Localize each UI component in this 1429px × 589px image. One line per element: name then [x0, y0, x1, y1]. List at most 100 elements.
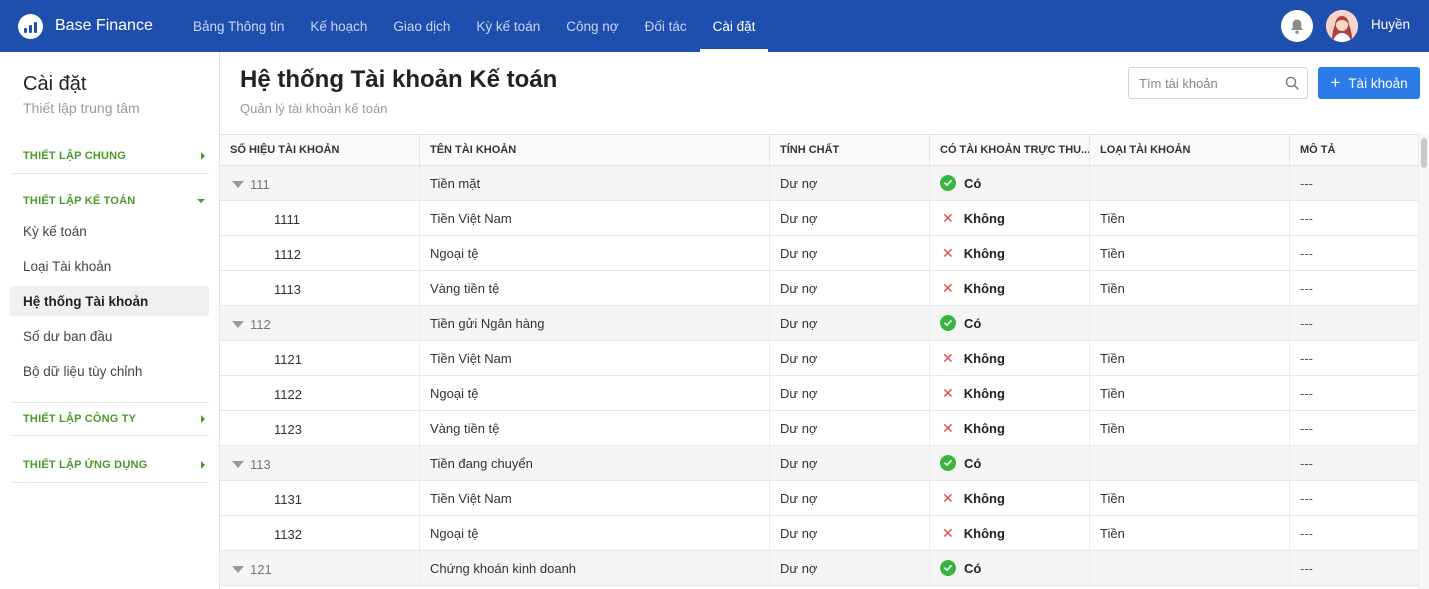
sidebar-group-general[interactable]: THIẾT LẬP CHUNG	[12, 138, 209, 174]
has-sub-no: ✕ Không	[940, 245, 1005, 262]
column-header[interactable]: CÓ TÀI KHOẢN TRỰC THU...	[930, 135, 1090, 165]
column-header[interactable]: TÊN TÀI KHOẢN	[420, 135, 770, 165]
account-description: ---	[1300, 490, 1313, 506]
table-row[interactable]: 1121 Tiền Việt Nam Dư nợ ✕ Không Tiền ---	[220, 341, 1418, 376]
expand-triangle-icon[interactable]	[232, 460, 244, 468]
has-sub-account-cell: Có	[930, 446, 1090, 480]
account-code: 113	[230, 455, 271, 472]
table-row[interactable]: 1111 Tiền Việt Nam Dư nợ ✕ Không Tiền ---	[220, 201, 1418, 236]
account-code: 111	[230, 175, 270, 192]
sidebar-group-label: THIẾT LẬP ỨNG DỤNG	[23, 458, 148, 471]
cross-icon: ✕	[942, 244, 954, 261]
table-row[interactable]: 1123 Vàng tiền tệ Dư nợ ✕ Không Tiền ---	[220, 411, 1418, 446]
has-sub-account-cell: Có	[930, 306, 1090, 340]
table-row[interactable]: 1113 Vàng tiền tệ Dư nợ ✕ Không Tiền ---	[220, 271, 1418, 306]
table-row[interactable]: 112 Tiền gửi Ngân hàng Dư nợ Có ---	[220, 306, 1418, 341]
table-row[interactable]: 121 Chứng khoán kinh doanh Dư nợ Có ---	[220, 551, 1418, 586]
has-sub-account-cell: ✕ Không	[930, 236, 1090, 270]
account-code: 1112	[274, 247, 301, 262]
column-header[interactable]: MÔ TẢ	[1290, 135, 1418, 165]
sidebar-item-opening-balance[interactable]: Số dư ban đầu	[10, 321, 209, 351]
account-nature: Dư nợ	[770, 411, 930, 445]
account-code-cell: 113	[220, 446, 420, 480]
account-code: 1122	[274, 387, 302, 402]
brand[interactable]: Base Finance	[18, 13, 180, 39]
account-search[interactable]	[1128, 67, 1308, 99]
account-name: Tiền Việt Nam	[420, 341, 770, 375]
account-description: ---	[1300, 350, 1313, 366]
table-row[interactable]: 1131 Tiền Việt Nam Dư nợ ✕ Không Tiền ---	[220, 481, 1418, 516]
user-name[interactable]: Huyền	[1371, 17, 1410, 32]
check-circle-icon	[940, 560, 956, 576]
has-sub-text: Không	[963, 350, 1005, 366]
account-type: Tiền	[1090, 481, 1290, 515]
table-row[interactable]: 1132 Ngoại tệ Dư nợ ✕ Không Tiền ---	[220, 516, 1418, 551]
has-sub-account-cell: ✕ Không	[930, 201, 1090, 235]
has-sub-text: Có	[964, 175, 982, 191]
sidebar-group-company[interactable]: THIẾT LẬP CÔNG TY	[12, 402, 209, 436]
has-sub-text: Có	[964, 455, 982, 471]
caret-down-icon	[197, 199, 205, 203]
account-code: 121	[230, 560, 272, 577]
has-sub-text: Không	[963, 385, 1005, 401]
table-row[interactable]: 111 Tiền mặt Dư nợ Có ---	[220, 166, 1418, 201]
nav-settings[interactable]: Cài đặt	[699, 0, 769, 52]
sidebar-group-apps[interactable]: THIẾT LẬP ỨNG DỤNG	[12, 447, 209, 483]
cross-icon: ✕	[942, 384, 954, 401]
search-icon[interactable]	[1285, 76, 1299, 90]
account-type	[1090, 446, 1290, 480]
account-nature: Dư nợ	[770, 481, 930, 515]
account-code-text: 111	[250, 176, 270, 192]
account-name: Ngoại tệ	[420, 516, 770, 550]
sidebar-title: Cài đặt	[23, 73, 87, 95]
table-row[interactable]: 113 Tiền đang chuyển Dư nợ Có ---	[220, 446, 1418, 481]
table-row[interactable]: 1112 Ngoại tệ Dư nợ ✕ Không Tiền ---	[220, 236, 1418, 271]
nav-plan[interactable]: Kế hoạch	[297, 0, 380, 52]
table-row[interactable]: 1122 Ngoại tệ Dư nợ ✕ Không Tiền ---	[220, 376, 1418, 411]
account-name: Tiền Việt Nam	[420, 481, 770, 515]
search-input[interactable]	[1139, 75, 1285, 91]
page-subtitle: Quản lý tài khoản kế toán	[240, 101, 388, 116]
column-header[interactable]: SỐ HIỆU TÀI KHOẢN	[220, 135, 420, 165]
sidebar-item-accounting-period[interactable]: Kỳ kế toán	[10, 216, 209, 246]
sidebar-item-account-types[interactable]: Loại Tài khoản	[10, 251, 209, 281]
account-type	[1090, 551, 1290, 585]
expand-triangle-icon[interactable]	[232, 565, 244, 573]
expand-triangle-icon[interactable]	[232, 320, 244, 328]
has-sub-no: ✕ Không	[940, 385, 1005, 402]
column-header[interactable]: TÍNH CHẤT	[770, 135, 930, 165]
account-nature: Dư nợ	[770, 516, 930, 550]
table-scrollbar[interactable]	[1418, 134, 1429, 589]
account-description: ---	[1300, 525, 1313, 541]
has-sub-account-cell: ✕ Không	[930, 271, 1090, 305]
nav-accounting-period[interactable]: Kỳ kế toán	[463, 0, 553, 52]
avatar[interactable]	[1325, 10, 1358, 42]
nav-dashboard[interactable]: Bảng Thông tin	[180, 0, 297, 52]
account-code-cell: 1112	[220, 236, 420, 270]
account-code-text: 113	[250, 456, 271, 472]
sidebar-group-accounting[interactable]: THIẾT LẬP KẾ TOÁN	[12, 183, 209, 219]
account-description: ---	[1300, 455, 1313, 471]
has-sub-no: ✕ Không	[940, 490, 1005, 507]
scrollbar-thumb[interactable]	[1421, 138, 1427, 168]
sidebar-item-custom-datasets[interactable]: Bộ dữ liệu tùy chỉnh	[10, 356, 209, 386]
add-account-button[interactable]: + Tài khoản	[1318, 67, 1420, 99]
column-header[interactable]: LOẠI TÀI KHOẢN	[1090, 135, 1290, 165]
has-sub-text: Không	[963, 280, 1005, 296]
has-sub-text: Không	[963, 420, 1005, 436]
account-description: ---	[1300, 315, 1313, 331]
has-sub-text: Không	[963, 210, 1005, 226]
caret-right-icon	[201, 460, 205, 469]
expand-triangle-icon[interactable]	[232, 180, 244, 188]
nav-transactions[interactable]: Giao dịch	[380, 0, 463, 52]
nav-debts[interactable]: Công nợ	[553, 0, 631, 52]
account-code-cell: 1122	[220, 376, 420, 410]
nav-partners[interactable]: Đối tác	[632, 0, 700, 52]
notification-bell-icon[interactable]	[1280, 10, 1313, 42]
cross-icon: ✕	[942, 349, 954, 366]
account-nature: Dư nợ	[770, 306, 930, 340]
has-sub-account-cell: ✕ Không	[930, 341, 1090, 375]
account-code-cell: 1113	[220, 271, 420, 305]
account-name: Chứng khoán kinh doanh	[420, 551, 770, 585]
sidebar-item-chart-of-accounts[interactable]: Hệ thống Tài khoản	[10, 286, 209, 316]
